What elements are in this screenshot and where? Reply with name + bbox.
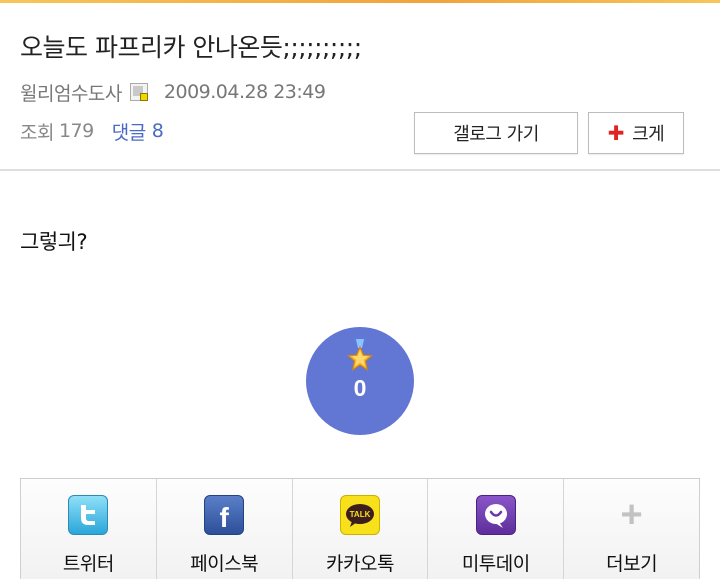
gallog-button-label: 갤로그 가기 [453,124,539,145]
share-more-label: 더보기 [606,553,658,575]
me2day-icon [475,495,516,535]
share-twitter-label: 트위터 [62,553,114,575]
share-bar: 트위터 f 페이스북 TALK 카카오톡 미투데이 + 더보기 [20,478,700,579]
plus-icon: ✚ [607,121,625,145]
share-kakaotalk[interactable]: TALK 카카오톡 [292,479,429,579]
views-label: 조회 [20,121,54,144]
post-stats: 조회 179 댓글 8 [20,118,164,145]
zoom-button[interactable]: ✚ 크게 [588,112,684,154]
twitter-icon [68,495,109,535]
share-me2day[interactable]: 미투데이 [428,479,565,579]
post-date: 2009.04.28 23:49 [163,81,326,103]
recommend-button[interactable]: 0 [306,327,414,435]
author-name[interactable]: 윌리엄수도사 [20,79,122,106]
share-kakaotalk-label: 카카오톡 [326,553,394,575]
comments-count[interactable]: 8 [152,120,164,142]
share-facebook-label: 페이스북 [190,553,259,575]
zoom-button-label: 크게 [632,124,665,145]
gallog-button[interactable]: 갤로그 가기 [414,112,578,154]
facebook-icon: f [204,495,245,535]
member-level-icon [129,83,148,101]
share-facebook[interactable]: f 페이스북 [156,479,293,579]
post-title: 오늘도 파프리카 안나온듯;;;;;;;;;; [20,33,362,62]
plus-icon: + [620,493,643,536]
comments-link[interactable]: 댓글 [112,118,146,145]
views-count: 179 [58,120,94,142]
post-body: 그렇긔? [20,230,88,254]
share-twitter[interactable]: 트위터 [21,479,157,579]
svg-text:TALK: TALK [350,510,371,519]
header-divider [0,169,720,171]
kakaotalk-icon: TALK [339,495,380,535]
share-more[interactable]: + 더보기 [564,479,699,579]
top-accent-bar [0,0,720,3]
star-medal-icon [346,339,374,372]
post-meta: 윌리엄수도사 2009.04.28 23:49 [20,79,326,106]
recommend-count: 0 [353,375,367,401]
share-me2day-label: 미투데이 [461,553,530,575]
